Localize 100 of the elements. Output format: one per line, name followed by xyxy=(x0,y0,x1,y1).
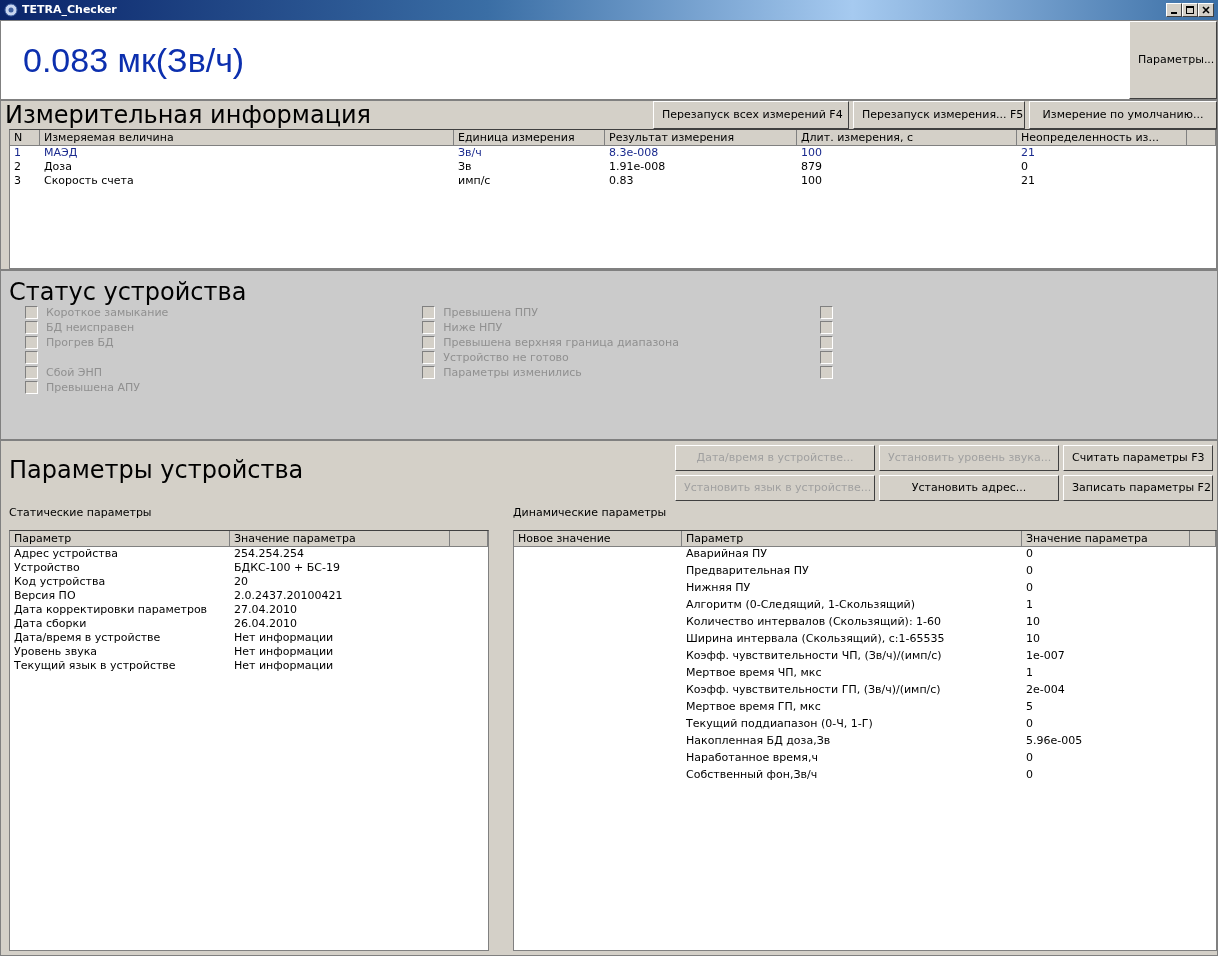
table-cell-text: 0.83 xyxy=(608,174,635,188)
table-cell-text: Текущий поддиапазон (0-Ч, 1-Г) xyxy=(685,716,874,731)
section-title: Измерительная информация xyxy=(4,101,373,129)
table-cell-text: БДКС-100 + БС-19 xyxy=(233,560,341,575)
table-cell-text: 100 xyxy=(800,146,823,160)
column-header[interactable]: Параметр xyxy=(682,530,1022,547)
checkbox-label: Сбой ЭНП xyxy=(46,364,103,381)
table-cell-text: 10 xyxy=(1025,631,1041,646)
parameters-button[interactable]: Параметры... xyxy=(1129,21,1217,99)
table-cell-text: 1.91e-008 xyxy=(608,160,667,174)
table-cell-text: 100 xyxy=(800,174,823,188)
column-header[interactable]: Новое значение xyxy=(514,530,682,547)
table-cell-text: МАЭД xyxy=(43,146,79,160)
minimize-button[interactable] xyxy=(1166,3,1182,17)
table-cell-text: 3 xyxy=(13,174,22,188)
table-cell-text: 20 xyxy=(233,574,249,589)
table-cell-text: 1 xyxy=(1025,597,1034,612)
table-cell-text: 8.3e-008 xyxy=(608,146,660,160)
table-cell-text: 254.254.254 xyxy=(233,546,305,561)
column-header[interactable]: Длит. измерения, с xyxy=(797,130,1017,146)
checkbox-label: Превышена ППУ xyxy=(443,304,539,321)
restart-button[interactable]: Перезапуск всех измерений F4 xyxy=(653,101,849,129)
window-title: TETRA_Checker xyxy=(22,1,118,18)
table-cell-text: 879 xyxy=(800,160,823,174)
column-header[interactable]: N xyxy=(10,130,40,146)
action-button[interactable]: Установить адрес... xyxy=(879,475,1059,501)
table-cell-text: 26.04.2010 xyxy=(233,616,298,631)
column-header[interactable]: Измеряемая величина xyxy=(40,130,454,146)
table-cell-text: имп/с xyxy=(457,174,492,188)
table-cell-text: 1e-007 xyxy=(1025,648,1066,663)
table-cell-text: 1 xyxy=(13,146,22,160)
restart-button[interactable]: Измерение по умолчанию... xyxy=(1029,101,1217,129)
restart-button[interactable]: Перезапуск измерения... F5 xyxy=(853,101,1025,129)
column-header xyxy=(450,530,488,547)
table-cell-text: Предварительная ПУ xyxy=(685,563,810,578)
table-cell-text: Коэфф. чувствительности ЧП, (Зв/ч)/(имп/с) xyxy=(685,648,943,663)
table-cell-text: Нижняя ПУ xyxy=(685,580,752,595)
table-cell-text: Дата сборки xyxy=(13,616,88,631)
checkbox-label: Параметры изменились xyxy=(443,364,582,381)
table-cell-text: 27.04.2010 xyxy=(233,602,298,617)
table-cell-text: Собственный фон,Зв/ч xyxy=(685,767,819,782)
table-cell-text: 1 xyxy=(1025,665,1034,680)
checkbox-label: Устройство не готово xyxy=(443,349,569,366)
checkbox-label: Ниже НПУ xyxy=(443,319,503,336)
checkbox-label: Короткое замыкание xyxy=(46,305,169,321)
table-cell-text: Код устройства xyxy=(13,574,107,589)
table-cell-text: Количество интервалов (Скользящий): 1-60 xyxy=(685,614,943,629)
table-cell-text: 0 xyxy=(1020,160,1029,174)
column-header[interactable]: Результат измерения xyxy=(605,130,797,146)
table-cell-text: Алгоритм (0-Следящий, 1-Скользящий) xyxy=(685,597,916,612)
section-title: Параметры устройства xyxy=(8,455,305,486)
column-header[interactable]: Единица измерения xyxy=(454,130,605,146)
table-cell-text: 0 xyxy=(1025,716,1034,731)
table-cell-text: 0 xyxy=(1025,563,1034,578)
table-cell-text: Устройство xyxy=(13,560,81,575)
table-cell-text: Зв xyxy=(457,160,473,174)
action-button[interactable]: Считать параметры F3 xyxy=(1063,445,1213,471)
gear-icon xyxy=(4,3,18,17)
table-cell-text: Ширина интервала (Скользящий), с:1-65535 xyxy=(685,631,946,646)
table-cell-text: 21 xyxy=(1020,174,1036,188)
table-cell-text: Зв/ч xyxy=(457,146,483,160)
close-icon xyxy=(1202,6,1210,14)
table-cell-text: Нет информации xyxy=(233,630,335,645)
table-cell-text: Накопленная БД доза,Зв xyxy=(685,733,832,748)
table-cell-text: Аварийная ПУ xyxy=(685,546,769,561)
column-header[interactable]: Значение параметра xyxy=(230,530,450,547)
table-cell-text: 0 xyxy=(1025,767,1034,782)
column-header[interactable]: Неопределенность из... xyxy=(1017,130,1187,146)
table-cell-text: Коэфф. чувствительности ГП, (Зв/ч)/(имп/с) xyxy=(685,682,942,697)
maximize-button[interactable] xyxy=(1182,3,1198,17)
table-cell-text: 0 xyxy=(1025,580,1034,595)
table-cell-text: 0 xyxy=(1025,546,1034,561)
table-cell-text: 0 xyxy=(1025,750,1034,765)
column-header[interactable]: Значение параметра xyxy=(1022,530,1190,547)
column-header[interactable]: Параметр xyxy=(10,530,230,547)
table-cell-text: 10 xyxy=(1025,614,1041,629)
table-cell-text: 2.0.2437.20100421 xyxy=(233,588,344,603)
table-cell-text: Нет информации xyxy=(233,658,335,673)
table-cell-text: Текущий язык в устройстве xyxy=(13,658,177,673)
table-cell-text: Уровень звука xyxy=(13,644,99,659)
close-button[interactable] xyxy=(1198,3,1214,17)
table-cell-text: Нет информации xyxy=(233,644,335,659)
table-cell-text: Дата корректировки параметров xyxy=(13,602,209,617)
checkbox-label: Прогрев БД xyxy=(46,334,114,351)
checkbox-label: Превышена АПУ xyxy=(46,379,140,396)
panel-title: Динамические параметры xyxy=(512,505,668,521)
table-cell-text: Мертвое время ЧП, мкс xyxy=(685,665,823,680)
table-cell-text: 21 xyxy=(1020,146,1036,160)
table-cell-text: 2 xyxy=(13,160,22,174)
table-cell-text: Наработанное время,ч xyxy=(685,750,819,765)
table-cell-text: 5.96e-005 xyxy=(1025,733,1084,748)
table-cell-text: Адрес устройства xyxy=(13,546,119,561)
table-cell-text: Доза xyxy=(43,160,73,174)
table-cell-text: 5 xyxy=(1025,699,1034,714)
table-cell-text: Дата/время в устройстве xyxy=(13,630,162,645)
maximize-icon xyxy=(1186,6,1194,14)
action-button[interactable]: Записать параметры F2 xyxy=(1063,475,1213,501)
panel-title: Статические параметры xyxy=(8,505,153,521)
table-cell-text: 2e-004 xyxy=(1025,682,1066,697)
section-title: Статус устройства xyxy=(8,277,248,306)
